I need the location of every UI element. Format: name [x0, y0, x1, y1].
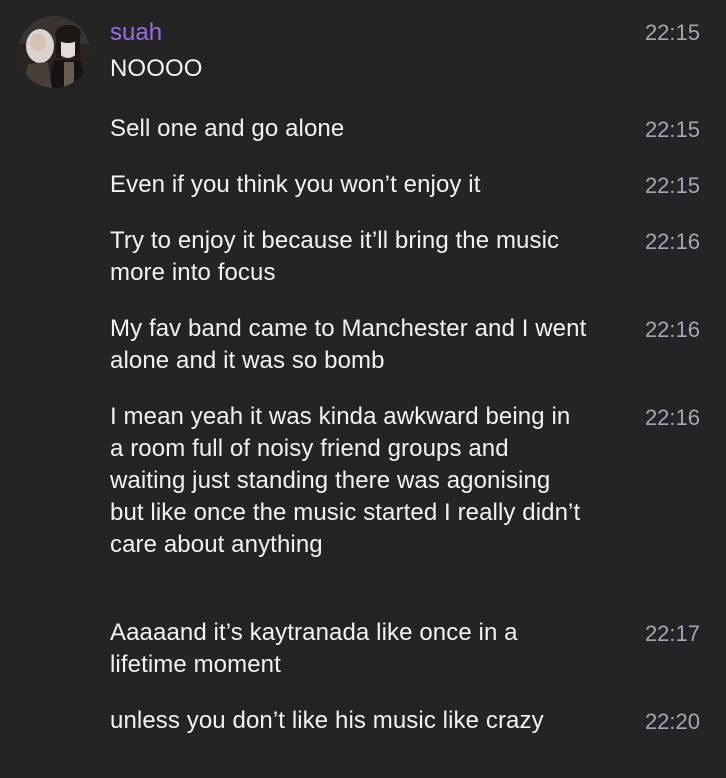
message-text: Sell one and go alone	[110, 115, 345, 142]
message-timestamp: 22:16	[644, 317, 700, 342]
message-timestamp: 22:16	[644, 405, 700, 430]
message-text: My fav band came to Manchester and I wen…	[110, 315, 587, 374]
avatar[interactable]	[18, 16, 90, 88]
message-text: I mean yeah it was kinda awkward being i…	[110, 403, 581, 558]
message-text: Even if you think you won’t enjoy it	[110, 171, 481, 198]
message-timestamp: 22:15	[644, 20, 700, 45]
message-text: NOOOO	[110, 55, 203, 82]
profile-photo-icon	[18, 16, 90, 88]
message-text: Aaaaand it’s kaytranada like once in a l…	[110, 619, 518, 678]
message-timestamp: 22:16	[644, 229, 700, 254]
sender-name[interactable]: suah	[110, 17, 162, 49]
chat-message-group: suah NOOOO 22:15 Sell one and go alone 2…	[0, 0, 726, 778]
message-timestamp: 22:15	[644, 173, 700, 198]
message-text: Try to enjoy it because it’ll bring the …	[110, 227, 560, 286]
message-timestamp: 22:15	[644, 117, 700, 142]
message-timestamp: 22:17	[644, 621, 700, 646]
message-timestamp: 22:20	[644, 709, 700, 734]
message-text: unless you don’t like his music like cra…	[110, 707, 544, 734]
